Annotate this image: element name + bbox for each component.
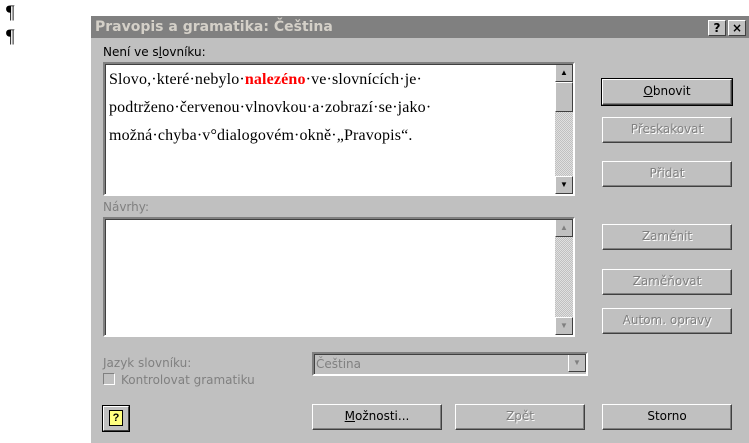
arrow-up-icon[interactable]: ▲ — [555, 219, 573, 237]
dictionary-language-label: Jazyk slovníku: — [103, 356, 192, 370]
storno-button[interactable]: Storno — [602, 404, 732, 430]
help-icon: ? — [109, 410, 123, 426]
dialog-title: Pravopis a gramatika: Čeština — [95, 19, 333, 35]
not-in-dictionary-textbox[interactable]: Slovo,·které·nebylo·nalezéno·ve·slovnící… — [103, 62, 575, 196]
arrow-down-icon[interactable]: ▼ — [555, 317, 573, 335]
dialog-title-bar[interactable]: Pravopis a gramatika: Čeština — [91, 16, 749, 38]
help-button[interactable]: ? — [102, 405, 130, 432]
autom-opravy-button[interactable]: Autom. opravy — [602, 308, 732, 334]
suggestions-scrollbar[interactable]: ▲ ▼ — [555, 219, 573, 335]
preskakovat-button[interactable]: Přeskakovat — [602, 117, 732, 143]
check-grammar-label[interactable]: Kontrolovat gramatiku — [121, 373, 255, 387]
pridat-button[interactable]: Přidat — [602, 161, 732, 187]
scroll-thumb[interactable] — [555, 82, 573, 112]
pilcrow-mark-2: ¶ — [6, 26, 15, 47]
suggestions-list[interactable]: ▲ ▼ — [103, 217, 575, 337]
zamenit-button[interactable]: Zaměnit — [602, 224, 732, 250]
arrow-up-icon[interactable]: ▲ — [555, 64, 573, 82]
spelling-grammar-dialog: Pravopis a gramatika: Čeština ? × Není v… — [89, 14, 749, 443]
moznosti-button[interactable]: Možnosti... — [312, 404, 442, 430]
sentence-text[interactable]: Slovo,·které·nebylo·nalezéno·ve·slovnící… — [109, 66, 559, 150]
not-in-dictionary-label: Není ve slovníku: — [103, 45, 206, 59]
check-grammar-checkbox[interactable] — [103, 373, 115, 385]
arrow-down-icon[interactable]: ▼ — [555, 176, 573, 194]
misspelled-word[interactable]: nalezéno — [245, 71, 306, 88]
chevron-down-icon[interactable]: ▼ — [568, 354, 586, 372]
suggestions-label: Návrhy: — [103, 200, 150, 214]
dictionary-language-value: Čeština — [316, 357, 362, 371]
obnovit-button[interactable]: Obnovit — [601, 78, 733, 106]
zamenovat-button[interactable]: Zaměňovat — [602, 269, 732, 295]
text-scrollbar[interactable]: ▲ ▼ — [555, 64, 573, 194]
title-help-button[interactable]: ? — [708, 20, 726, 36]
dictionary-language-select[interactable]: Čeština ▼ — [312, 352, 588, 376]
pilcrow-mark-1: ¶ — [6, 2, 15, 23]
title-close-button[interactable]: × — [728, 20, 746, 36]
zpet-button[interactable]: Zpět — [455, 404, 585, 430]
